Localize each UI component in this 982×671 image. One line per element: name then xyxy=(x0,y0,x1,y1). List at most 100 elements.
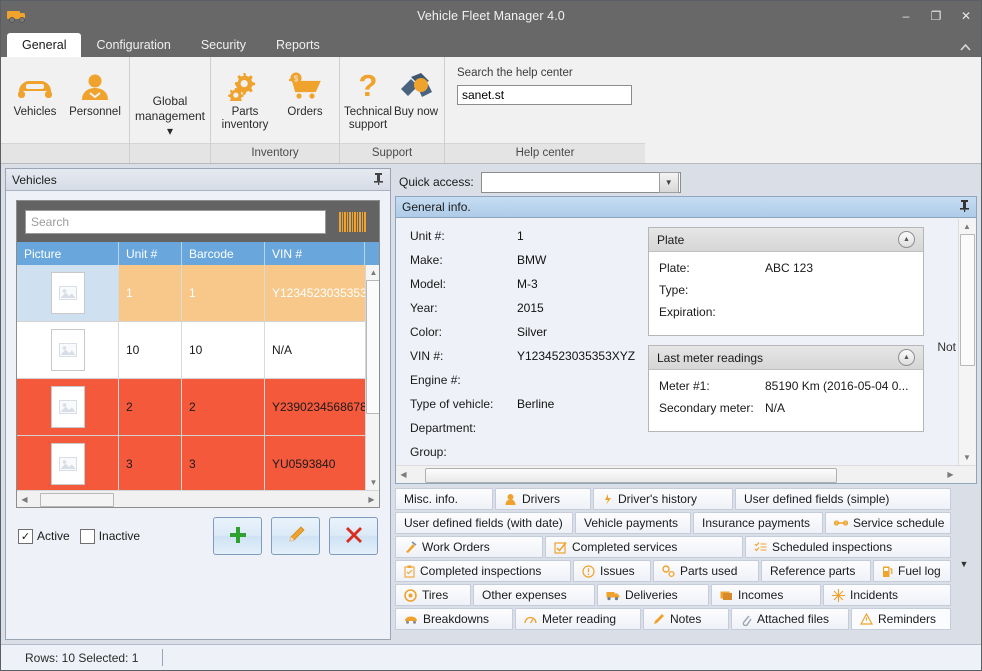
table-row[interactable]: 1 1 Y1234523035353XYZ xyxy=(17,265,365,322)
vehicles-grid-horizontal-scrollbar[interactable]: ◀ ▶ xyxy=(17,490,379,507)
image-placeholder-icon xyxy=(51,272,85,314)
ribbon-button-vehicles[interactable]: Vehicles xyxy=(5,63,65,119)
tab-fuel-log[interactable]: Fuel log xyxy=(873,560,951,582)
table-row[interactable]: 3 3 YU0593840 xyxy=(17,436,365,490)
tab-other-expenses[interactable]: Other expenses xyxy=(473,584,595,606)
column-header-unit[interactable]: Unit # xyxy=(119,242,182,265)
tab-drivers[interactable]: Drivers xyxy=(495,488,591,510)
tab-service-schedule[interactable]: Service schedule xyxy=(825,512,951,534)
ribbon-tab-general[interactable]: General xyxy=(7,33,81,57)
collapse-up-icon[interactable]: ▲ xyxy=(898,231,915,248)
scroll-left-icon[interactable]: ◀ xyxy=(17,495,32,504)
tab-label: Scheduled inspections xyxy=(772,540,892,554)
tab-work-orders[interactable]: Work Orders xyxy=(395,536,543,558)
ribbon-button-global-management[interactable]: Global management ▾ xyxy=(134,85,206,139)
scroll-down-icon[interactable]: ▼ xyxy=(366,475,379,490)
checkbox-inactive[interactable] xyxy=(80,529,95,544)
chevron-up-icon[interactable] xyxy=(960,44,971,54)
tab-scheduled-inspections[interactable]: Scheduled inspections xyxy=(745,536,951,558)
filter-active[interactable]: ✓ Active xyxy=(18,529,70,544)
tab-drivers-history[interactable]: Driver's history xyxy=(593,488,733,510)
tab-label: Incomes xyxy=(738,588,783,602)
ribbon-button-buy-now[interactable]: Buy now xyxy=(392,63,440,119)
pin-icon[interactable] xyxy=(373,172,384,188)
scroll-right-icon[interactable]: ▶ xyxy=(364,495,379,504)
filter-inactive[interactable]: Inactive xyxy=(80,529,140,544)
checkbox-active[interactable]: ✓ xyxy=(18,529,33,544)
title-bar: Vehicle Fleet Manager 4.0 – ❐ ✕ xyxy=(1,1,981,30)
general-info-vertical-scrollbar[interactable]: ▲ ▼ xyxy=(958,219,975,465)
tab-user-defined-fields-with-date[interactable]: User defined fields (with date) xyxy=(395,512,573,534)
card-value: ABC 123 xyxy=(765,261,813,283)
tools-icon xyxy=(404,541,417,554)
column-header-vin[interactable]: VIN # xyxy=(265,242,365,265)
minimize-button[interactable]: – xyxy=(891,1,921,30)
tab-incidents[interactable]: Incidents xyxy=(823,584,951,606)
maximize-button[interactable]: ❐ xyxy=(921,1,951,30)
pin-icon[interactable] xyxy=(959,199,970,215)
general-info-body: Unit #:1 Make:BMW Model:M-3 Year:2015 Co… xyxy=(396,218,976,483)
tab-completed-services[interactable]: Completed services xyxy=(545,536,743,558)
edit-vehicle-button[interactable] xyxy=(271,517,320,555)
vehicles-grid-body: 1 1 Y1234523035353XYZ 10 10 xyxy=(17,265,379,490)
ribbon-button-technical-support[interactable]: ? Technical support xyxy=(344,63,392,132)
tab-user-defined-fields-simple[interactable]: User defined fields (simple) xyxy=(735,488,951,510)
general-info-horizontal-scrollbar[interactable]: ◀ ▶ xyxy=(396,465,976,483)
ribbon-button-orders[interactable]: $ Orders xyxy=(275,63,335,119)
field-row: Year:2015 xyxy=(410,301,646,325)
tab-issues[interactable]: Issues xyxy=(573,560,651,582)
column-header-barcode[interactable]: Barcode xyxy=(182,242,265,265)
tab-label: Completed services xyxy=(572,540,677,554)
tab-attached-files[interactable]: Attached files xyxy=(731,608,849,630)
table-row[interactable]: 2 2 Y2390234568678 xyxy=(17,379,365,436)
field-key: Unit #: xyxy=(410,229,517,243)
scroll-up-icon[interactable]: ▲ xyxy=(959,219,975,234)
scroll-left-icon[interactable]: ◀ xyxy=(396,470,411,479)
tab-deliveries[interactable]: Deliveries xyxy=(597,584,709,606)
tab-reminders[interactable]: Reminders xyxy=(851,608,951,630)
scroll-thumb[interactable] xyxy=(425,468,837,483)
delete-vehicle-button[interactable] xyxy=(329,517,378,555)
column-header-extra[interactable] xyxy=(365,242,379,265)
scroll-thumb[interactable] xyxy=(40,493,114,507)
scroll-thumb[interactable] xyxy=(366,280,379,414)
quick-access-combo[interactable]: ▼ xyxy=(481,172,681,193)
tab-label: Reminders xyxy=(878,612,936,626)
collapse-up-icon[interactable]: ▲ xyxy=(898,349,915,366)
barcode-icon[interactable] xyxy=(335,211,371,232)
tab-notes[interactable]: Notes xyxy=(643,608,729,630)
vehicles-grid-vertical-scrollbar[interactable]: ▲ ▼ xyxy=(365,265,379,490)
tab-breakdowns[interactable]: Breakdowns xyxy=(395,608,513,630)
chevron-down-icon[interactable]: ▼ xyxy=(951,488,977,640)
tab-meter-reading[interactable]: Meter reading xyxy=(515,608,641,630)
scroll-up-icon[interactable]: ▲ xyxy=(366,265,379,280)
tire-icon xyxy=(404,589,417,602)
help-search-input[interactable] xyxy=(457,85,632,105)
tab-label: Completed inspections xyxy=(420,564,541,578)
scroll-down-icon[interactable]: ▼ xyxy=(959,450,975,465)
ribbon-tab-reports[interactable]: Reports xyxy=(261,34,335,57)
add-vehicle-button[interactable] xyxy=(213,517,262,555)
ribbon-button-parts-inventory[interactable]: Parts inventory xyxy=(215,63,275,132)
tab-completed-inspections[interactable]: Completed inspections xyxy=(395,560,571,582)
table-row[interactable]: 10 10 N/A xyxy=(17,322,365,379)
tab-parts-used[interactable]: Parts used xyxy=(653,560,759,582)
close-button[interactable]: ✕ xyxy=(951,1,981,30)
tab-tires[interactable]: Tires xyxy=(395,584,471,606)
chevron-down-icon[interactable]: ▼ xyxy=(659,172,679,193)
ribbon-button-personnel[interactable]: Personnel xyxy=(65,63,125,119)
tab-incomes[interactable]: Incomes xyxy=(711,584,821,606)
scroll-thumb[interactable] xyxy=(960,234,975,366)
vehicles-search-input[interactable]: Search xyxy=(25,210,326,234)
scroll-right-icon[interactable]: ▶ xyxy=(943,470,958,479)
tab-misc-info[interactable]: Misc. info. xyxy=(395,488,493,510)
column-header-picture[interactable]: Picture xyxy=(17,242,119,265)
tab-insurance-payments[interactable]: Insurance payments xyxy=(693,512,823,534)
ribbon-tab-security[interactable]: Security xyxy=(186,34,261,57)
tab-label: Parts used xyxy=(680,564,737,578)
ribbon-tab-configuration[interactable]: Configuration xyxy=(81,34,185,57)
scroll-track[interactable] xyxy=(32,493,364,505)
tab-reference-parts[interactable]: Reference parts xyxy=(761,560,871,582)
tab-vehicle-payments[interactable]: Vehicle payments xyxy=(575,512,691,534)
tab-label: User defined fields (simple) xyxy=(744,492,889,506)
